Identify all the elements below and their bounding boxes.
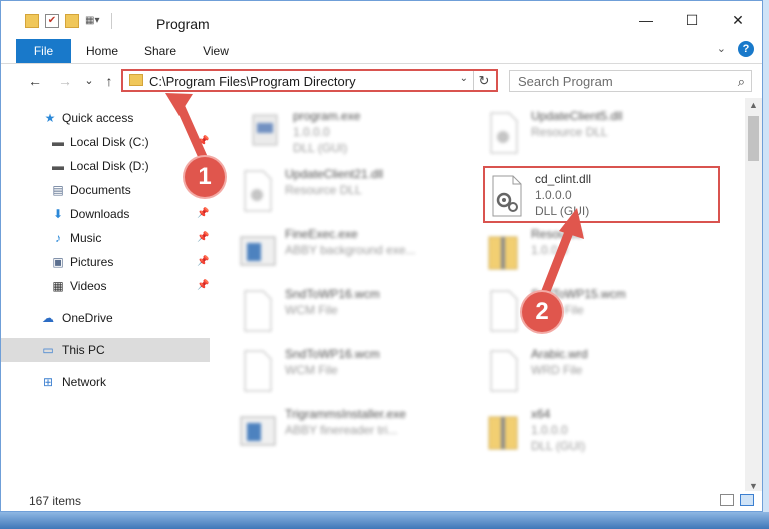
annotation-arrows — [165, 93, 584, 296]
explorer-window: ✔ ▦▾ Program — ☐ ✕ File Home Share View … — [0, 0, 763, 512]
desktop-background — [0, 512, 769, 529]
arrow-1 — [165, 93, 212, 171]
step-2-badge: 2 — [522, 292, 562, 332]
step-1-badge: 1 — [185, 157, 225, 197]
arrow-2 — [541, 208, 584, 296]
